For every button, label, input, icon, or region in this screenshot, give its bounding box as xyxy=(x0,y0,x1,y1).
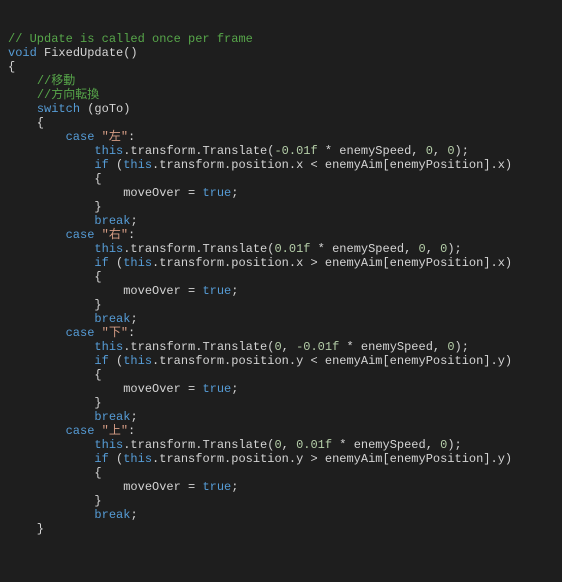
code-block: // Update is called once per frame void … xyxy=(8,32,554,536)
